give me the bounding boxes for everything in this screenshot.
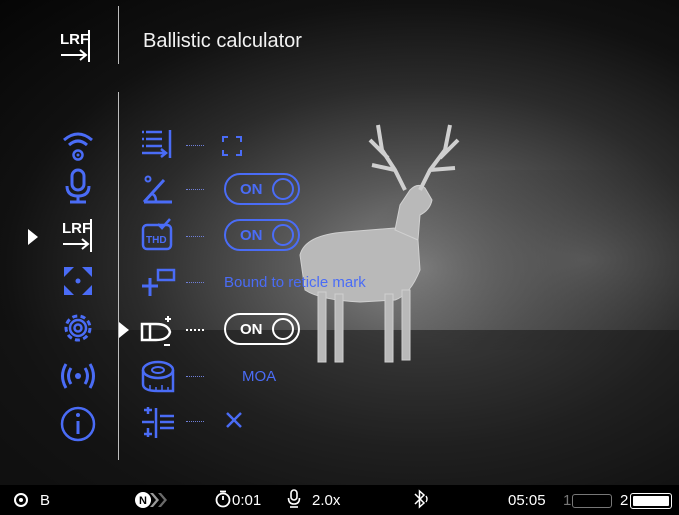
status-bar: B N 0:01 2.0x 05:05 1 2 [0, 485, 679, 515]
toggle-knob [272, 224, 294, 246]
lrf-icon: LRF [58, 27, 94, 67]
sidebar-item-crosshair-move[interactable] [56, 259, 100, 303]
sidebar-item-settings[interactable] [56, 306, 100, 350]
reticle-mark-value: Bound to reticle mark [224, 274, 366, 291]
menu-row-display-mode[interactable] [136, 124, 180, 164]
thd-icon: THD [141, 218, 173, 251]
record-icon [14, 493, 28, 507]
nav-mode-text: N [139, 495, 147, 507]
correction-icon [142, 407, 174, 438]
menu-row-reticle-mark[interactable] [136, 262, 180, 302]
wifi-settings-icon [63, 132, 93, 161]
menu-row-units[interactable] [136, 356, 180, 396]
battery-1-icon [572, 494, 612, 508]
broadcast-icon [61, 363, 95, 389]
thd-icon-text: THD [146, 235, 167, 246]
menu-row-thd[interactable]: THD [136, 216, 180, 256]
row-connector [186, 329, 204, 331]
sidebar-selection-pointer [28, 229, 38, 245]
lrf-icon-text: LRF [60, 31, 89, 48]
toggle-label: ON [240, 227, 263, 244]
row-connector [186, 376, 204, 377]
header-divider [118, 6, 119, 64]
gear-icon [64, 314, 92, 342]
sidebar-item-broadcast[interactable] [56, 354, 100, 398]
row-connector [186, 236, 204, 237]
crosshair-move-icon [64, 267, 92, 295]
lrf-icon: LRF [62, 219, 92, 252]
menu-row-bullet[interactable] [136, 310, 180, 350]
angle-toggle[interactable]: ON [224, 173, 300, 205]
thd-toggle[interactable]: ON [224, 219, 300, 251]
row-connector [186, 145, 204, 146]
menu-divider [118, 92, 119, 460]
toggle-knob [272, 318, 294, 340]
angle-icon [142, 175, 172, 204]
row-connector [186, 189, 204, 190]
clock: 05:05 [508, 492, 546, 509]
microphone-icon [65, 168, 91, 204]
battery-2-label: 2 [620, 492, 629, 509]
bullet-icon [140, 316, 172, 346]
close-x-icon[interactable] [224, 410, 244, 430]
sidebar-item-microphone[interactable] [56, 164, 100, 208]
toggle-label: ON [240, 181, 263, 198]
battery-2-icon [630, 493, 672, 509]
bullet-toggle[interactable]: ON [224, 313, 300, 345]
sidebar-item-info[interactable] [56, 402, 100, 446]
profile-label: B [40, 492, 51, 509]
battery-1-label: 1 [563, 492, 572, 509]
display-mode-icon [142, 130, 172, 158]
menu-row-correction[interactable] [136, 402, 180, 442]
bluetooth-audio-icon [413, 489, 431, 509]
nav-mode-icon: N [134, 491, 174, 509]
menu-row-angle[interactable] [136, 170, 180, 210]
toggle-label: ON [240, 321, 263, 338]
tape-measure-icon [141, 360, 175, 393]
row-connector [186, 282, 204, 283]
timer-icon [215, 490, 231, 508]
menu-selection-pointer [119, 322, 129, 338]
reticle-mark-icon [142, 268, 176, 296]
microphone-icon [287, 489, 301, 509]
sidebar-item-lrf[interactable]: LRF [56, 214, 100, 258]
thermal-scene [0, 124, 679, 485]
timer-value: 0:01 [232, 492, 262, 509]
units-value: MOA [242, 368, 277, 385]
zoom-value: 2.0x [312, 492, 341, 509]
frame-corners-icon [222, 136, 242, 156]
info-icon [60, 406, 96, 442]
row-connector [186, 421, 204, 422]
toggle-knob [272, 178, 294, 200]
sidebar-item-wifi[interactable] [56, 124, 100, 168]
scope-screen: LRF Ballistic calculator LRF ON THD ON B… [0, 0, 679, 515]
page-title: Ballistic calculator [143, 30, 302, 52]
sidebar-lrf-text: LRF [62, 220, 91, 237]
